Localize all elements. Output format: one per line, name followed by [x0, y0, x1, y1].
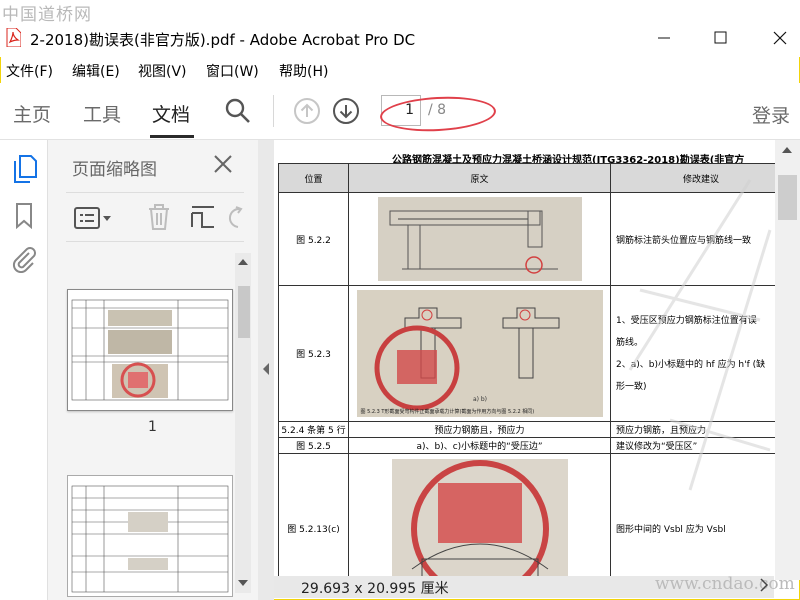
- page-size-readout: 29.693 x 20.995 厘米: [301, 581, 449, 597]
- row-original: a)、b)、c)小标题中的“受压边”: [348, 437, 611, 454]
- row-location: 图 5.2.13(c): [278, 453, 349, 576]
- thumbnails-scroll-thumb[interactable]: [238, 286, 250, 338]
- document-view[interactable]: 公路钢筋混凝土及预应力混凝土桥涵设计规范(JTG3362-2018)勘误表(非官…: [274, 140, 800, 576]
- collapse-arrow-icon[interactable]: [262, 362, 270, 376]
- left-navigation-rail: [0, 140, 48, 600]
- figure-photo: [391, 458, 568, 576]
- table-row: 图 5.2.2 钢筋标注箭头位置应与钢筋线一致: [278, 192, 787, 286]
- row-suggestion: 钢筋标注箭头位置应与钢筋线一致: [610, 192, 787, 286]
- thumbnails-toolbar: [66, 192, 244, 242]
- window-title: 2-2018)勘误表(非官方版).pdf - Adobe Acrobat Pro…: [30, 31, 416, 49]
- tab-document[interactable]: 文档: [152, 100, 190, 127]
- page-thumbnail-2[interactable]: [67, 475, 233, 597]
- site-watermark-bottom: www.cndao.com: [655, 574, 795, 594]
- table-row: 图 5.2.5 a)、b)、c)小标题中的“受压边” 建议修改为“受压区”: [278, 437, 787, 454]
- thumbnail-2-preview: [71, 485, 229, 593]
- bookmark-icon[interactable]: [15, 203, 33, 229]
- pdf-file-icon: [6, 28, 21, 47]
- menu-edit[interactable]: 编辑(E): [72, 61, 120, 81]
- scroll-right-arrow-icon[interactable]: [758, 578, 770, 592]
- close-panel-icon[interactable]: [213, 154, 233, 174]
- search-icon[interactable]: [224, 97, 252, 125]
- row-location: 图 5.2.2: [278, 192, 349, 286]
- next-page-icon[interactable]: [331, 96, 361, 126]
- page-thumbnails-icon[interactable]: [13, 155, 37, 183]
- maximize-icon[interactable]: [711, 28, 731, 48]
- doc-scroll-up-icon[interactable]: [781, 145, 793, 155]
- toolbar-separator: [273, 95, 274, 127]
- site-watermark-top: 中国道桥网: [2, 5, 92, 25]
- table-row: 图 5.2.13(c) 图形中间的 Vsbl 应为 Vsbl: [278, 453, 787, 576]
- table-row: 图 5.2.3 a) b) 图 5.2.3 T形截面受弯构件正截面承载力计算(截…: [278, 285, 787, 422]
- page-thumbnail-1[interactable]: [67, 289, 233, 411]
- minimize-icon[interactable]: [654, 28, 674, 48]
- figure-caption: 图 5.2.3 T形截面受弯构件正截面承载力计算(截面为作用方向与图 5.2.2…: [360, 409, 535, 415]
- row-location: 图 5.2.3: [278, 285, 349, 422]
- row-figure: [348, 192, 611, 286]
- thumbnails-panel-title: 页面缩略图: [72, 160, 157, 180]
- document-scroll-thumb[interactable]: [778, 175, 797, 220]
- login-button[interactable]: 登录: [752, 101, 790, 128]
- figure-photo: [377, 197, 582, 281]
- row-suggestion: 建议修改为“受压区”: [610, 437, 787, 454]
- close-window-icon[interactable]: [770, 28, 790, 48]
- menu-view[interactable]: 视图(V): [138, 61, 187, 81]
- tab-tools[interactable]: 工具: [83, 100, 121, 127]
- scroll-down-arrow-icon[interactable]: [237, 578, 249, 588]
- header-suggestion: 修改建议: [610, 163, 787, 193]
- figure-photo: a) b) 图 5.2.3 T形截面受弯构件正截面承载力计算(截面为作用方向与图…: [356, 290, 603, 417]
- table-header-row: 位置 原文 修改建议: [278, 163, 787, 193]
- header-original: 原文: [348, 163, 611, 193]
- suggestion-line: 筋线。: [616, 337, 644, 348]
- attachment-icon[interactable]: [11, 245, 37, 273]
- scroll-up-arrow-icon[interactable]: [237, 257, 249, 267]
- suggestion-line: 形一致): [616, 381, 647, 392]
- tab-home[interactable]: 主页: [13, 100, 51, 127]
- suggestion-line: 1、受压区预应力钢筋标注位置有误: [616, 315, 757, 326]
- row-figure: [348, 453, 611, 576]
- active-tab-indicator: [150, 135, 194, 138]
- row-original: 预应力钢筋且，预应力: [348, 421, 611, 438]
- page-thumbnail-1-label: 1: [148, 419, 157, 435]
- header-location: 位置: [278, 163, 349, 193]
- suggestion-line: 2、a)、b)小标题中的 hf 应为 h'f (缺: [616, 359, 766, 370]
- title-bar: 中国道桥网 2-2018)勘误表(非官方版).pdf - Adobe Acrob…: [0, 0, 800, 57]
- menu-file[interactable]: 文件(F): [6, 61, 53, 81]
- rotate-page-icon[interactable]: [228, 203, 244, 231]
- thumbnail-1-preview: [71, 299, 229, 401]
- menu-help[interactable]: 帮助(H): [279, 61, 328, 81]
- delete-page-icon[interactable]: [146, 203, 172, 231]
- row-figure: a) b) 图 5.2.3 T形截面受弯构件正截面承载力计算(截面为作用方向与图…: [348, 285, 611, 422]
- table-row: 5.2.4 条第 5 行 预应力钢筋且，预应力 预应力钢筋，且预应力: [278, 421, 787, 438]
- menu-window[interactable]: 窗口(W): [206, 61, 259, 81]
- previous-page-icon[interactable]: [292, 96, 322, 126]
- row-location: 图 5.2.5: [278, 437, 349, 454]
- options-menu-icon[interactable]: [74, 207, 114, 229]
- row-suggestion: 图形中间的 Vsbl 应为 Vsbl: [610, 453, 787, 576]
- row-suggestion: 1、受压区预应力钢筋标注位置有误 筋线。 2、a)、b)小标题中的 hf 应为 …: [610, 285, 787, 422]
- row-suggestion: 预应力钢筋，且预应力: [610, 421, 787, 438]
- panel-collapse-strip[interactable]: [258, 140, 274, 600]
- svg-text:a) b): a) b): [472, 396, 486, 403]
- errata-table: 位置 原文 修改建议 图 5.2.2 钢筋标注箭头位置应与钢筋线一致 图 5.2…: [278, 163, 787, 576]
- row-location: 5.2.4 条第 5 行: [278, 421, 349, 438]
- extract-page-icon[interactable]: [190, 203, 216, 231]
- menu-bar: 文件(F) 编辑(E) 视图(V) 窗口(W) 帮助(H): [0, 59, 800, 81]
